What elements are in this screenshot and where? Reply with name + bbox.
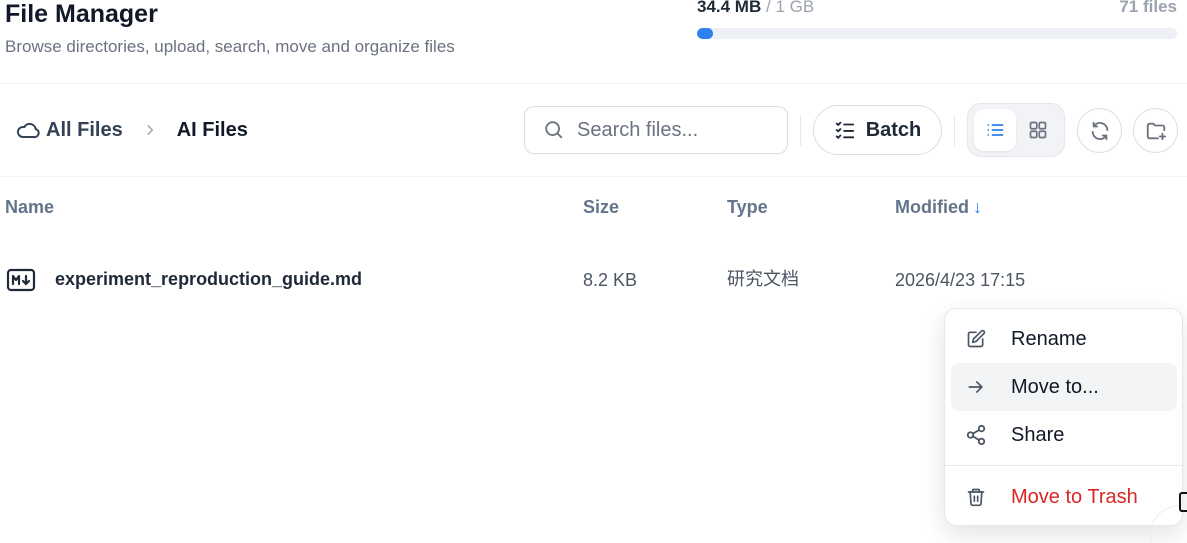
new-folder-button[interactable]	[1133, 108, 1178, 153]
search-input[interactable]	[577, 118, 777, 142]
share-icon	[965, 424, 987, 446]
file-name[interactable]: experiment_reproduction_guide.md	[55, 268, 362, 290]
column-header-size[interactable]: Size	[583, 197, 619, 217]
grid-icon	[1029, 121, 1047, 139]
storage-usage: 34.4 MB / 1 GB 71 files	[697, 0, 1177, 47]
grid-view-button[interactable]	[1017, 109, 1059, 151]
table-row[interactable]: experiment_reproduction_guide.md 8.2 KB …	[0, 254, 1187, 304]
breadcrumb-root[interactable]: All Files	[16, 118, 123, 142]
breadcrumb-root-label: All Files	[46, 118, 123, 141]
storage-used: 34.4 MB	[697, 0, 762, 16]
column-header-name[interactable]: Name	[5, 197, 54, 217]
column-header-modified-label: Modified	[895, 197, 969, 217]
menu-item-move-to-trash[interactable]: Move to Trash	[951, 473, 1177, 521]
floating-button-icon	[1179, 492, 1187, 512]
page-title: File Manager	[5, 0, 158, 28]
column-header-type[interactable]: Type	[727, 197, 768, 217]
batch-button[interactable]: Batch	[813, 105, 942, 155]
folder-plus-icon	[1146, 122, 1166, 140]
breadcrumb: All Files AI Files	[16, 116, 248, 144]
chevron-right-icon	[143, 123, 157, 137]
refresh-icon	[1091, 121, 1108, 140]
file-type: 研究文档	[727, 269, 799, 290]
file-count: 71 files	[1119, 0, 1177, 16]
refresh-button[interactable]	[1077, 108, 1122, 153]
batch-button-label: Batch	[865, 118, 922, 141]
storage-progress-fill	[697, 28, 714, 39]
cloud-icon	[16, 122, 40, 139]
search-box[interactable]	[524, 106, 788, 154]
breadcrumb-current: AI Files	[176, 118, 248, 141]
menu-item-rename[interactable]: Rename	[951, 315, 1177, 363]
file-size: 8.2 KB	[583, 270, 638, 290]
toolbar-bottom-divider	[0, 176, 1187, 177]
menu-item-share[interactable]: Share	[951, 411, 1177, 459]
menu-item-share-label: Share	[1011, 423, 1065, 446]
trash-icon	[965, 486, 987, 508]
menu-item-move-to-trash-label: Move to Trash	[1011, 485, 1138, 508]
menu-item-move-to-label: Move to...	[1011, 375, 1099, 398]
arrow-right-icon	[965, 376, 987, 398]
page-subtitle: Browse directories, upload, search, move…	[5, 37, 455, 56]
storage-separator: /	[765, 0, 771, 16]
toolbar-divider	[800, 116, 801, 146]
list-icon	[987, 124, 1004, 136]
storage-progress-bar	[697, 28, 1177, 39]
pencil-edit-icon	[965, 328, 987, 350]
view-mode-toggle	[967, 103, 1065, 157]
markdown-file-icon	[6, 267, 36, 298]
context-menu: Rename Move to... Share Move to Trash	[944, 308, 1183, 526]
file-modified: 2026/4/23 17:15	[895, 270, 1026, 290]
checklist-icon	[835, 121, 854, 139]
toolbar-divider	[954, 116, 955, 146]
list-view-button[interactable]	[974, 109, 1016, 151]
menu-item-rename-label: Rename	[1011, 327, 1087, 350]
menu-item-move-to[interactable]: Move to...	[951, 363, 1177, 411]
menu-divider	[945, 465, 1182, 466]
storage-total: 1 GB	[775, 0, 815, 16]
column-header-modified[interactable]: Modified ↓	[895, 197, 982, 217]
storage-usage-text: 34.4 MB / 1 GB	[697, 0, 814, 17]
header-divider	[0, 83, 1187, 84]
sort-descending-icon: ↓	[973, 197, 982, 217]
search-icon	[545, 121, 563, 139]
file-manager-page: File Manager Browse directories, upload,…	[0, 0, 1187, 543]
